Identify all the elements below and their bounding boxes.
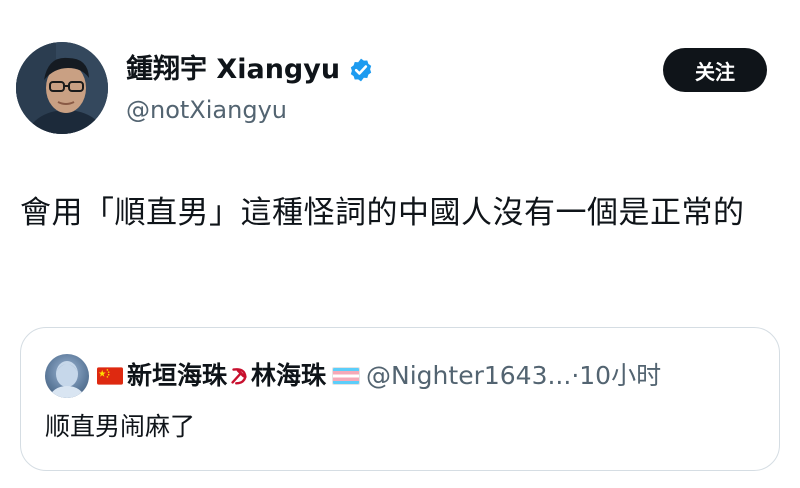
quoted-timestamp[interactable]: 10小时 <box>579 360 661 392</box>
meta-separator: · <box>571 361 580 390</box>
author-name-row: 鍾翔宇 Xiangyu <box>126 54 374 86</box>
tweet-text: 會用「順直男」這種怪詞的中國人沒有一個是正常的 <box>20 195 745 231</box>
china-flag-icon <box>97 367 123 385</box>
author-display-name[interactable]: 鍾翔宇 Xiangyu <box>126 54 340 86</box>
quoted-tweet-text: 顺直男闹麻了 <box>45 412 196 441</box>
author-avatar[interactable] <box>16 42 108 134</box>
quoted-author-avatar <box>45 354 89 398</box>
hammer-sickle-icon <box>231 368 247 385</box>
quoted-tweet-card[interactable]: 新垣海珠 林海珠 @Nighter1643... · 10小时 顺直男闹麻了 <box>20 327 780 471</box>
transgender-flag-icon <box>332 367 361 385</box>
quoted-handle[interactable]: @Nighter1643... <box>366 360 571 392</box>
verified-badge-icon[interactable] <box>348 57 374 83</box>
quoted-display-name-part2[interactable]: 林海珠 <box>251 360 326 392</box>
avatar-image <box>16 42 108 134</box>
quoted-tweet-header: 新垣海珠 林海珠 @Nighter1643... · 10小时 <box>45 354 661 398</box>
follow-button[interactable]: 关注 <box>663 48 767 92</box>
quoted-display-name-part1[interactable]: 新垣海珠 <box>127 360 227 392</box>
author-handle[interactable]: @notXiangyu <box>126 95 287 125</box>
quoted-avatar-image <box>50 361 84 398</box>
